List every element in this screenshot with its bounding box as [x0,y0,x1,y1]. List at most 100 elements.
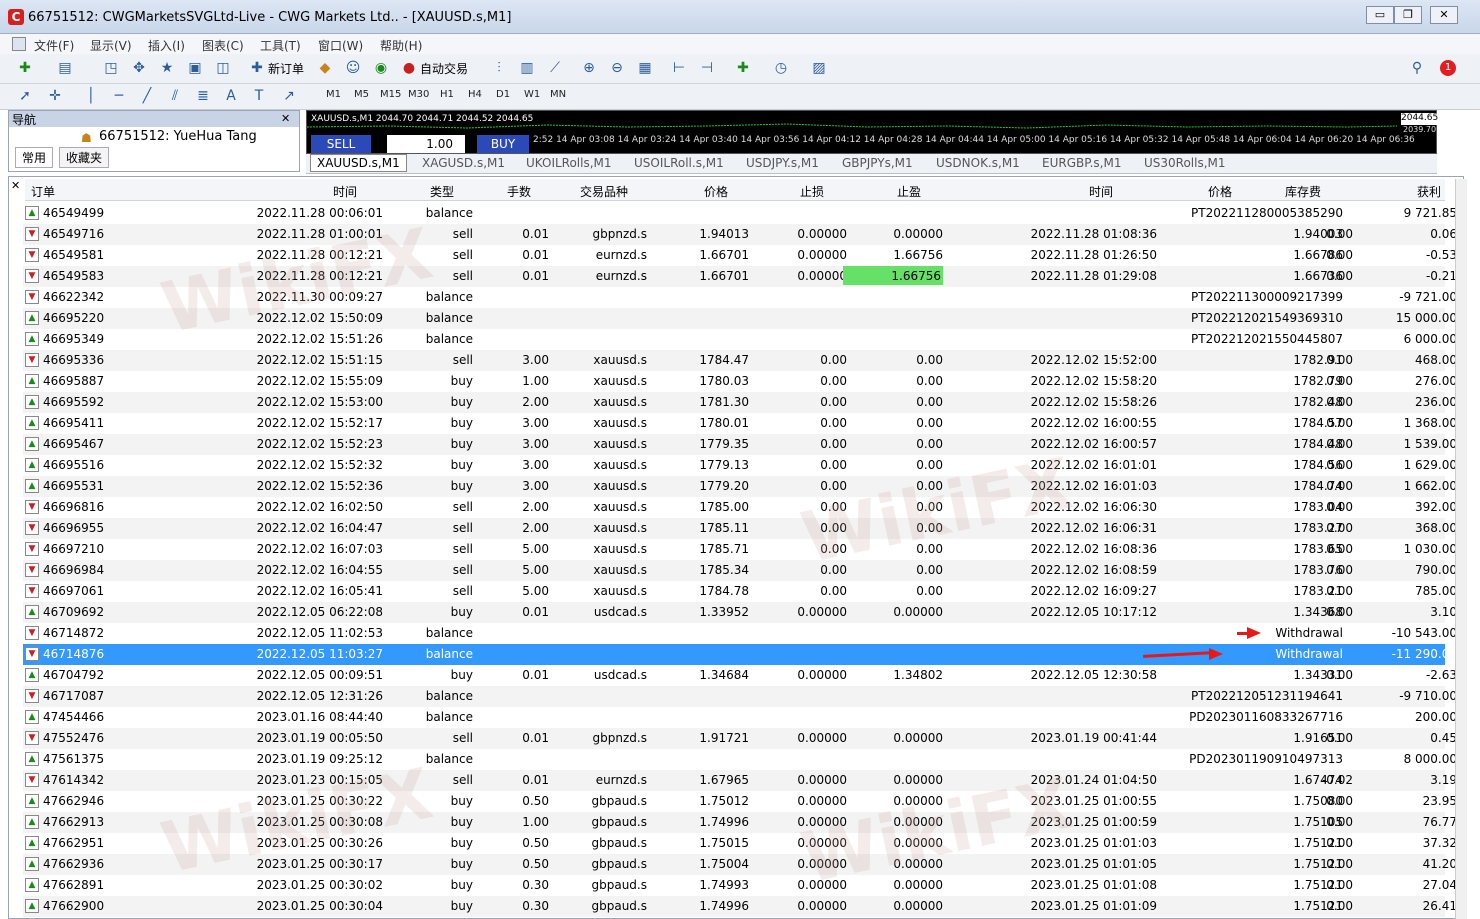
table-row[interactable]: ▼ 46697061 2022.12.02 16:05:41 sell 5.00 xauu… [23,581,1457,602]
market-watch-icon[interactable]: ◳ [100,58,122,78]
tile-windows-icon[interactable]: ▦ [634,58,656,78]
fibonacci-icon[interactable]: ≣ [192,86,214,106]
tab-us30[interactable]: US30Rolls,M1 [1144,156,1226,170]
cursor-icon[interactable]: ➚ [14,86,36,106]
table-row[interactable]: ▼ 46696984 2022.12.02 16:04:55 sell 5.00 xauu… [23,560,1457,581]
timeframe-m5[interactable]: M5 [354,89,369,100]
menu-view[interactable]: 显示(V) [90,37,132,54]
search-icon[interactable]: ⚲ [1406,58,1428,78]
line-chart-icon[interactable]: ⟋ [544,58,566,78]
bar-chart-icon[interactable]: ⫶ [488,58,510,78]
table-row[interactable]: ▲ 47454466 2023.01.16 08:44:40 balance PD202… [23,707,1457,728]
col-swap[interactable]: 库存费 [1285,183,1321,200]
notification-badge[interactable]: 1 [1440,60,1456,76]
buy-button[interactable]: BUY [477,135,529,153]
tester-icon[interactable]: ◫ [212,58,234,78]
crosshair-move-icon[interactable]: ✥ [128,58,150,78]
table-row[interactable]: ▲ 47662900 2023.01.25 00:30:04 buy 0.30 gbpau… [23,896,1457,917]
table-row[interactable]: ▲ 46695887 2022.12.02 15:55:09 buy 1.00 xauus… [23,371,1457,392]
table-row[interactable]: ▲ 46695592 2022.12.02 15:53:00 buy 2.00 xauus… [23,392,1457,413]
terminal-close-icon[interactable]: ✕ [11,179,20,192]
document-icon[interactable] [12,37,26,51]
table-row[interactable]: ▼ 46697210 2022.12.02 16:07:03 sell 5.00 xauu… [23,539,1457,560]
minimize-button[interactable]: ▭ [1366,6,1394,24]
tab-common[interactable]: 常用 [15,147,54,168]
navigator-icon[interactable]: ★ [156,58,178,78]
table-row[interactable]: ▲ 46695467 2022.12.02 15:52:23 buy 3.00 xauus… [23,434,1457,455]
table-row[interactable]: ▲ 46709692 2022.12.05 06:22:08 buy 0.01 usdca… [23,602,1457,623]
menu-chart[interactable]: 图表(C) [202,37,244,54]
menu-file[interactable]: 文件(F) [34,37,74,54]
col-price[interactable]: 价格 [704,183,728,200]
autoscroll-icon[interactable]: ⊢ [668,58,690,78]
templates-icon[interactable]: ▨ [808,58,830,78]
menu-window[interactable]: 窗口(W) [318,37,363,54]
menu-insert[interactable]: 插入(I) [148,37,185,54]
new-order-icon[interactable]: ✚ [246,58,268,78]
menu-tools[interactable]: 工具(T) [260,37,301,54]
col-lots[interactable]: 手数 [507,183,531,200]
col-tp[interactable]: 止盈 [897,183,921,200]
tab-gbpjpy[interactable]: GBPJPYs,M1 [842,156,913,170]
col-profit[interactable]: 获利 [1417,183,1441,200]
lot-size-input[interactable]: 1.00 [387,135,465,153]
table-row[interactable]: ▼ 46717087 2022.12.05 12:31:26 balance PT202… [23,686,1457,707]
timeframe-w1[interactable]: W1 [524,89,540,100]
crosshair-icon[interactable]: ✛ [44,86,66,106]
tab-eurgbp[interactable]: EURGBP.s,M1 [1042,156,1121,170]
tab-usdjpy[interactable]: USDJPY.s,M1 [746,156,819,170]
zoom-out-icon[interactable]: ⊖ [606,58,628,78]
navigator-account[interactable]: 66751512: YueHua Tang [99,129,257,144]
terminal-icon[interactable]: ▣ [184,58,206,78]
person-icon[interactable]: ☺ [342,58,364,78]
timeframe-m30[interactable]: M30 [408,89,429,100]
timeframe-d1[interactable]: D1 [496,89,510,100]
col-order[interactable]: 订单 [31,183,55,200]
tab-xagusd[interactable]: XAGUSD.s,M1 [422,156,505,170]
col-open-time[interactable]: 时间 [333,183,357,200]
navigator-close-icon[interactable]: ✕ [281,112,290,125]
table-row[interactable]: ▼ 47552476 2023.01.19 00:05:50 sell 0.01 gbpn… [23,728,1457,749]
tab-usdnok[interactable]: USDNOK.s,M1 [936,156,1020,170]
col-close-price[interactable]: 价格 [1208,183,1232,200]
table-row[interactable]: ▲ 47561375 2023.01.19 09:25:12 balance PD202… [23,749,1457,770]
new-chart-icon[interactable]: ✚ [14,58,36,78]
col-close-time[interactable]: 时间 [1089,183,1113,200]
chart-shift-icon[interactable]: ⊣ [696,58,718,78]
tab-usoil[interactable]: USOILRoll.s,M1 [634,156,724,170]
menu-help[interactable]: 帮助(H) [380,37,422,54]
horizontal-line-icon[interactable]: ─ [108,86,130,106]
timeframe-m15[interactable]: M15 [380,89,401,100]
auto-trading-icon[interactable]: ● [398,58,420,78]
metaeditor-icon[interactable]: ◆ [314,58,336,78]
timeframe-h1[interactable]: H1 [440,89,454,100]
price-chart[interactable]: XAUUSD.s,M1 2044.70 2044.71 2044.52 2044… [306,110,1438,154]
profiles-icon[interactable]: ▤ [54,58,76,78]
vertical-scrollbar[interactable] [1455,179,1467,919]
timeframe-h4[interactable]: H4 [468,89,482,100]
arrows-icon[interactable]: ↗ [278,86,300,106]
table-row[interactable]: ▼ 46696955 2022.12.02 16:04:47 sell 2.00 xauu… [23,518,1457,539]
sell-button[interactable]: SELL [311,135,371,153]
tab-ukoil[interactable]: UKOILRolls,M1 [526,156,612,170]
table-row[interactable]: ▲ 46695411 2022.12.02 15:52:17 buy 3.00 xauus… [23,413,1457,434]
new-order-button[interactable]: 新订单 [268,60,304,77]
table-row[interactable]: ▼ 46695336 2022.12.02 15:51:15 sell 3.00 xauu… [23,350,1457,371]
table-row[interactable]: ▲ 46704792 2022.12.05 00:09:51 buy 0.01 usdca… [23,665,1457,686]
col-sl[interactable]: 止损 [800,183,824,200]
candlestick-icon[interactable]: ▥ [516,58,538,78]
table-row[interactable]: ▼ 47614342 2023.01.23 00:15:05 sell 0.01 eurn… [23,770,1457,791]
periods-icon[interactable]: ◷ [770,58,792,78]
vertical-line-icon[interactable]: │ [80,86,102,106]
table-row[interactable]: ▲ 47662891 2023.01.25 00:30:02 buy 0.30 gbpau… [23,875,1457,896]
channel-icon[interactable]: ⫽ [164,86,186,106]
auto-trading-button[interactable]: 自动交易 [420,60,468,77]
maximize-button[interactable]: ❐ [1394,6,1422,24]
table-row[interactable]: ▼ 46549716 2022.11.28 01:00:01 sell 0.01 gbpn… [23,224,1457,245]
tab-favorites[interactable]: 收藏夹 [59,147,110,168]
indicators-icon[interactable]: ✚ [732,58,754,78]
table-row[interactable]: ▲ 46695516 2022.12.02 15:52:32 buy 3.00 xauus… [23,455,1457,476]
table-row[interactable]: ▲ 46549499 2022.11.28 00:06:01 balance PT202… [23,203,1457,224]
table-row[interactable]: ▼ 46696816 2022.12.02 16:02:50 sell 2.00 xauu… [23,497,1457,518]
table-row[interactable]: ▲ 46695531 2022.12.02 15:52:36 buy 3.00 xauus… [23,476,1457,497]
